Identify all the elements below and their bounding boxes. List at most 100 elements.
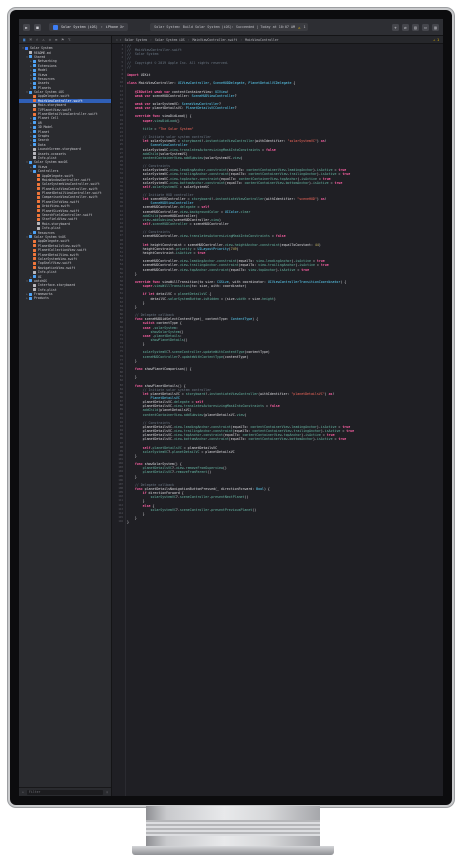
- file-tree-label: Info.plist: [42, 226, 61, 231]
- file-tree-label: Views: [38, 72, 48, 77]
- swift-icon: [33, 253, 36, 257]
- navigator-tab-5[interactable]: ≡: [55, 37, 57, 42]
- file-tree-label: Views: [38, 164, 48, 169]
- breadcrumb-item[interactable]: MainViewController: [245, 38, 279, 42]
- file-tree-label: Controllers: [38, 169, 59, 174]
- screen: ▶ ■ Solar System (iOS) › iPhone Xr Solar…: [19, 19, 443, 796]
- folder-icon: [33, 165, 36, 169]
- code-lines: 1//2// MainViewController.swift 3// Solar…: [112, 44, 443, 524]
- stop-button[interactable]: ■: [34, 23, 41, 31]
- folder-icon: [29, 292, 32, 296]
- line-number[interactable]: 116: [112, 520, 123, 524]
- breadcrumb-item[interactable]: Solar System iOS: [155, 38, 185, 42]
- navigator-tabs: ▣ ⌘ ⌕ ⚠ ◇ ≡ ⚑ ⌥: [19, 36, 111, 44]
- navigator-tab-1[interactable]: ⌘: [29, 37, 31, 42]
- file-icon: [33, 270, 36, 274]
- file-tree-label: watchOS: [34, 278, 48, 283]
- folder-icon: [33, 68, 36, 72]
- file-tree-label: UI: [38, 274, 42, 279]
- swift-icon: [37, 174, 40, 178]
- folder-icon: [33, 125, 36, 129]
- swift-icon: [33, 99, 36, 103]
- warning-icon[interactable]: ⚠: [298, 25, 300, 30]
- file-tree-item[interactable]: ▸ Products: [19, 296, 111, 300]
- swift-icon: [33, 112, 36, 116]
- navigator-tab-3[interactable]: ⚠: [42, 37, 44, 42]
- file-tree-label: Frameworks: [34, 292, 53, 297]
- navigator-filter-bar: + Filter ◷: [19, 787, 111, 796]
- file-tree-label: OrbitView.swift: [42, 204, 70, 209]
- navigator-tab-6[interactable]: ⚑: [62, 37, 64, 42]
- swift-icon: [33, 261, 36, 265]
- file-tree-label: Data: [38, 142, 46, 147]
- file-tree-label: Networking: [38, 59, 57, 64]
- monitor: ▶ ■ Solar System (iOS) › iPhone Xr Solar…: [10, 10, 452, 805]
- folder-icon: [29, 279, 32, 283]
- code-line: 116}: [112, 520, 443, 524]
- file-tree-label: Resources: [38, 230, 55, 235]
- file-tree-label: PlanetDetailView.swift: [38, 252, 79, 257]
- swift-icon: [37, 178, 40, 182]
- file-tree-label: Solar System macOS: [34, 160, 68, 165]
- code-review-button[interactable]: ⇄: [402, 23, 409, 31]
- file-tree-label: AppDelegate.swift: [38, 239, 70, 244]
- swift-icon: [37, 217, 40, 221]
- swift-icon: [33, 94, 36, 98]
- file-tree-label: AR: [38, 120, 42, 125]
- swift-icon: [37, 191, 40, 195]
- navigator-tab-2[interactable]: ⌕: [36, 37, 38, 42]
- toolbar-right-group: + ⇄ ▤ ▭ ▥: [392, 23, 439, 31]
- source-editor: ‹ › Solar System › Solar System iOS › MainVie…: [112, 36, 443, 796]
- file-tree-label: SolarSystemViewController.swift: [42, 182, 100, 187]
- add-file-icon[interactable]: +: [22, 790, 24, 794]
- folder-icon: [33, 275, 36, 278]
- file-icon: [33, 103, 36, 107]
- file-icon: [33, 288, 36, 292]
- file-tree-label: ComparisonViewController.swift: [42, 195, 98, 200]
- folder-icon: [33, 81, 36, 85]
- back-forward-icon[interactable]: ‹ ›: [116, 38, 122, 42]
- folder-icon: [33, 86, 36, 90]
- code-area[interactable]: 1//2// MainViewController.swift 3// Solar…: [112, 44, 443, 796]
- folder-icon: [29, 160, 32, 164]
- filter-input[interactable]: Filter: [26, 789, 104, 795]
- navigator-tab-7[interactable]: ⌥: [68, 37, 70, 42]
- debug-area-toggle-button[interactable]: ▭: [422, 23, 429, 31]
- file-tree-label: TopShelfView.swift: [38, 261, 72, 266]
- file-tree-label: PlanetCollectionView.swift: [38, 248, 87, 253]
- library-button[interactable]: +: [392, 23, 399, 31]
- file-tree-label: Solar System iOS: [34, 90, 64, 95]
- breadcrumb-item[interactable]: Solar System: [125, 38, 147, 42]
- file-tree-label: README.md: [34, 50, 51, 55]
- file-tree-label: Interface.storyboard: [38, 283, 76, 288]
- recent-files-icon[interactable]: ◷: [106, 790, 108, 794]
- stand-foot: [132, 846, 334, 855]
- jump-bar: ‹ › Solar System › Solar System iOS › MainVie…: [112, 36, 443, 44]
- scheme-selector[interactable]: Solar System (iOS) › iPhone Xr: [49, 23, 129, 31]
- file-tree-label: Solar System tvOS: [34, 234, 66, 239]
- warning-badge[interactable]: ⚠ 1: [433, 38, 439, 42]
- file-tree-label: Planet: [38, 129, 50, 134]
- activity-status: Solar System: Build Solar System (iOS): …: [150, 23, 309, 31]
- inspector-toggle-button[interactable]: ▥: [432, 23, 439, 31]
- file-tree-label: SearchFieldController.swift: [42, 213, 93, 218]
- folder-icon: [29, 55, 32, 59]
- navigator-toggle-button[interactable]: ▤: [412, 23, 419, 31]
- swift-icon: [33, 248, 36, 252]
- breadcrumb-item[interactable]: MainViewController.swift: [193, 38, 238, 42]
- folder-icon: [33, 121, 36, 125]
- file-tree-label: Solar System: [30, 46, 53, 51]
- run-button[interactable]: ▶: [23, 23, 30, 31]
- file-tree-label: 3D Model: [38, 125, 53, 130]
- chevron-right-icon: ›: [240, 37, 243, 42]
- file-tree-label: Shared: [34, 54, 46, 59]
- navigator-tab-4[interactable]: ◇: [49, 37, 51, 42]
- navigator-tab-0[interactable]: ▣: [23, 37, 25, 42]
- filter-placeholder: Filter: [28, 790, 41, 794]
- chevron-right-icon: ›: [149, 37, 152, 42]
- file-tree-label: PlanetDetailViewController.swift: [42, 191, 102, 196]
- swift-icon: [33, 108, 36, 112]
- file-tree-label: PlanetSizeView.swift: [42, 208, 80, 213]
- folder-icon: [29, 296, 32, 300]
- chevron-right-icon: ›: [187, 37, 190, 42]
